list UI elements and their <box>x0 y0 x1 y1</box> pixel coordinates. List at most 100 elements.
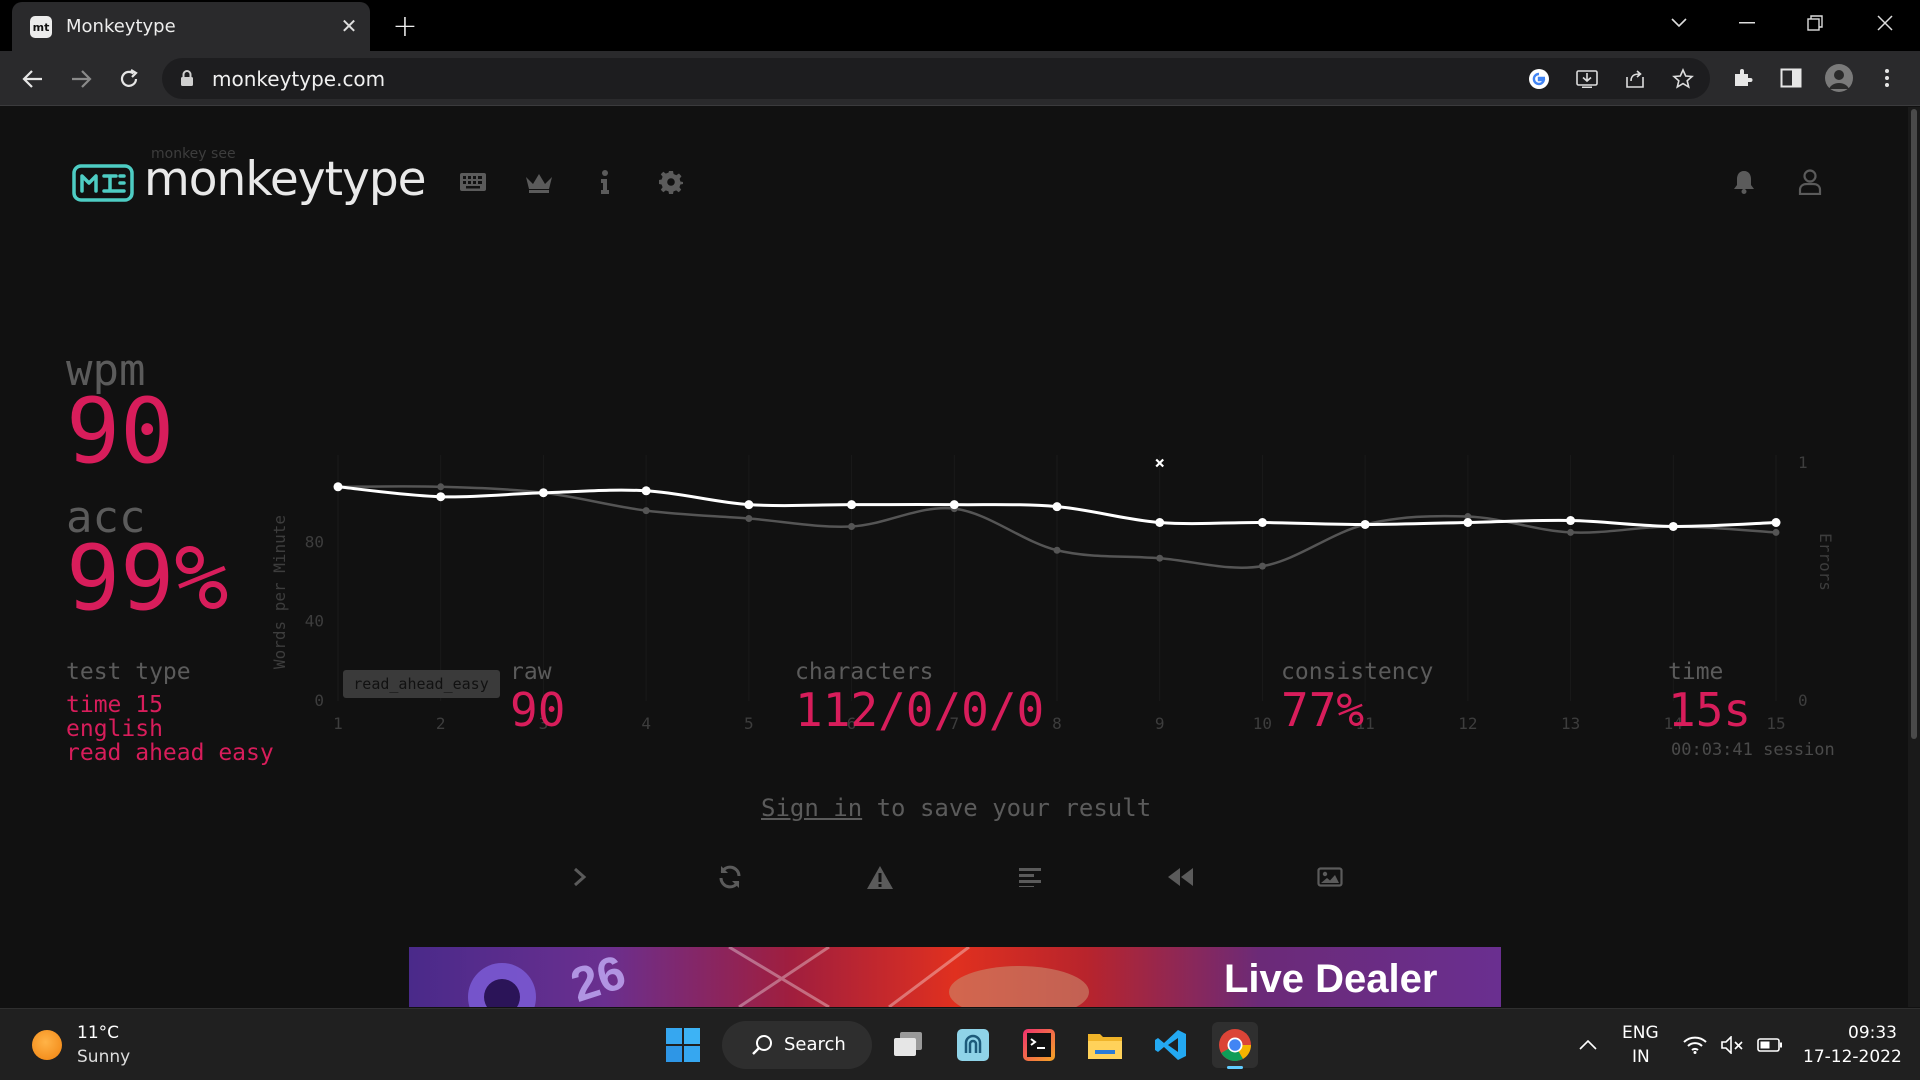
wpm-point <box>1155 518 1165 527</box>
side-panel-icon[interactable] <box>1776 63 1806 93</box>
taskbar-search[interactable]: Search <box>722 1021 872 1069</box>
y-axis-title: Words per Minute <box>270 515 289 669</box>
hub-app-icon[interactable] <box>950 1022 996 1068</box>
install-app-icon[interactable] <box>1574 66 1600 92</box>
volume-muted-icon[interactable] <box>1713 1022 1753 1068</box>
x-tick-label: 10 <box>1253 714 1272 733</box>
wifi-icon[interactable] <box>1675 1022 1715 1068</box>
watch-replay-icon[interactable] <box>1160 857 1200 897</box>
close-window-button[interactable] <box>1860 8 1910 38</box>
about-info-icon[interactable] <box>588 165 622 199</box>
x-tick-label: 13 <box>1561 714 1580 733</box>
weather-condition[interactable]: Sunny <box>77 1047 130 1067</box>
notifications-bell-icon[interactable] <box>1727 165 1761 199</box>
browser-tab-strip: mt Monkeytype ✕ + <box>0 0 1920 51</box>
characters-value: 112/0/0/0 <box>795 683 1045 737</box>
x-tick-label: 12 <box>1458 714 1477 733</box>
file-explorer-icon[interactable] <box>1082 1022 1128 1068</box>
chrome-app-icon[interactable] <box>1212 1022 1258 1069</box>
restore-button[interactable] <box>1790 8 1840 38</box>
report-warning-icon[interactable] <box>860 857 900 897</box>
search-icon <box>752 1035 772 1055</box>
wpm-point <box>436 492 446 502</box>
show-hidden-icons-chevron-icon[interactable] <box>1568 1022 1608 1068</box>
reload-button[interactable] <box>113 63 145 95</box>
forward-button[interactable] <box>65 63 97 95</box>
active-app-indicator <box>1227 1066 1243 1069</box>
tab-search-chevron-icon[interactable] <box>1654 8 1704 38</box>
test-type-label: test type <box>66 659 191 685</box>
x-tick-label: 15 <box>1766 714 1785 733</box>
mode-annotation: read_ahead_easy <box>343 670 500 698</box>
restart-test-icon[interactable] <box>710 857 750 897</box>
input-language[interactable]: ENG <box>1622 1023 1659 1043</box>
raw-label: raw <box>510 659 552 685</box>
time-label: time <box>1668 659 1724 685</box>
scroll-thumb[interactable] <box>1911 109 1917 739</box>
input-region[interactable]: IN <box>1632 1047 1650 1067</box>
windows-taskbar: 11°C Sunny Search ENG IN 09:33 17-12-202… <box>0 1008 1920 1080</box>
y2-tick-label: 0 <box>1798 691 1808 710</box>
terminal-app-icon[interactable] <box>1016 1022 1062 1068</box>
wpm-point <box>949 500 959 510</box>
clock-date[interactable]: 17-12-2022 <box>1803 1047 1902 1067</box>
omnibox[interactable]: monkeytype.com <box>162 58 1710 99</box>
next-test-chevron-icon[interactable] <box>560 857 600 897</box>
signin-prompt: Sign in to save your result <box>761 794 1151 822</box>
wpm-point <box>538 488 548 498</box>
x-tick-label: 8 <box>1052 714 1062 733</box>
browser-tab[interactable]: mt Monkeytype ✕ <box>12 2 370 51</box>
vscode-icon[interactable] <box>1148 1022 1194 1068</box>
monkeytype-page: monkey see monkeytype wpm 90 acc 99% 123… <box>0 107 1908 1007</box>
x-tick-label: 4 <box>641 714 651 733</box>
new-tab-button[interactable]: + <box>388 9 422 44</box>
page-scrollbar[interactable] <box>1908 107 1920 1007</box>
extensions-icon[interactable] <box>1728 63 1758 93</box>
raw-point <box>1772 528 1780 536</box>
lock-icon[interactable] <box>180 70 194 91</box>
consistency-value: 77% <box>1281 683 1365 737</box>
raw-point <box>1258 562 1266 570</box>
save-screenshot-icon[interactable] <box>1310 857 1350 897</box>
test-type-mode: time 15 <box>66 692 163 718</box>
mode-annotation-text: read_ahead_easy <box>353 675 488 693</box>
sign-in-link[interactable]: Sign in <box>761 794 862 822</box>
google-icon[interactable] <box>1526 66 1552 92</box>
wpm-chart: 1 2 3 4 5 6 7 8 9 10 11 12 13 14 150408001Words per Mi… <box>270 453 1835 733</box>
wpm-point <box>1463 518 1473 527</box>
wpm-point <box>641 486 651 496</box>
share-icon[interactable] <box>1622 66 1648 92</box>
back-button[interactable] <box>17 63 49 95</box>
raw-point <box>437 483 445 491</box>
clock-time[interactable]: 09:33 <box>1848 1023 1897 1043</box>
settings-gear-icon[interactable] <box>654 165 688 199</box>
browser-menu-icon[interactable] <box>1872 63 1902 93</box>
show-words-history-icon[interactable] <box>1010 857 1050 897</box>
start-windows-icon[interactable] <box>660 1022 706 1068</box>
task-view-icon[interactable] <box>885 1022 931 1068</box>
tab-close-icon[interactable]: ✕ <box>336 13 362 39</box>
keyboard-icon[interactable] <box>456 165 490 199</box>
monkeytype-logo-icon[interactable] <box>72 164 134 206</box>
y2-tick-label: 1 <box>1798 453 1808 472</box>
leaderboard-crown-icon[interactable] <box>522 165 556 199</box>
logo-text[interactable]: monkeytype <box>144 152 427 207</box>
y-tick-label: 40 <box>305 612 324 631</box>
signin-rest-text: to save your result <box>862 794 1152 822</box>
ad-number: 26 <box>565 947 632 1007</box>
ad-banner[interactable]: 26 Live Dealer <box>409 947 1501 1007</box>
wpm-value: 90 <box>66 379 175 484</box>
battery-icon[interactable] <box>1750 1022 1790 1068</box>
monkeytype-favicon-icon: mt <box>30 16 52 38</box>
minimize-button[interactable] <box>1722 8 1772 38</box>
wpm-point <box>1668 521 1678 531</box>
sun-weather-icon[interactable] <box>32 1030 62 1060</box>
url-text[interactable]: monkeytype.com <box>212 67 385 91</box>
wpm-point <box>1566 516 1576 526</box>
weather-temperature[interactable]: 11°C <box>77 1023 119 1043</box>
account-user-icon[interactable] <box>1793 165 1827 199</box>
raw-point <box>1156 554 1164 562</box>
profile-avatar[interactable] <box>1824 63 1854 93</box>
consistency-label: consistency <box>1281 659 1434 685</box>
bookmark-star-icon[interactable] <box>1670 66 1696 92</box>
